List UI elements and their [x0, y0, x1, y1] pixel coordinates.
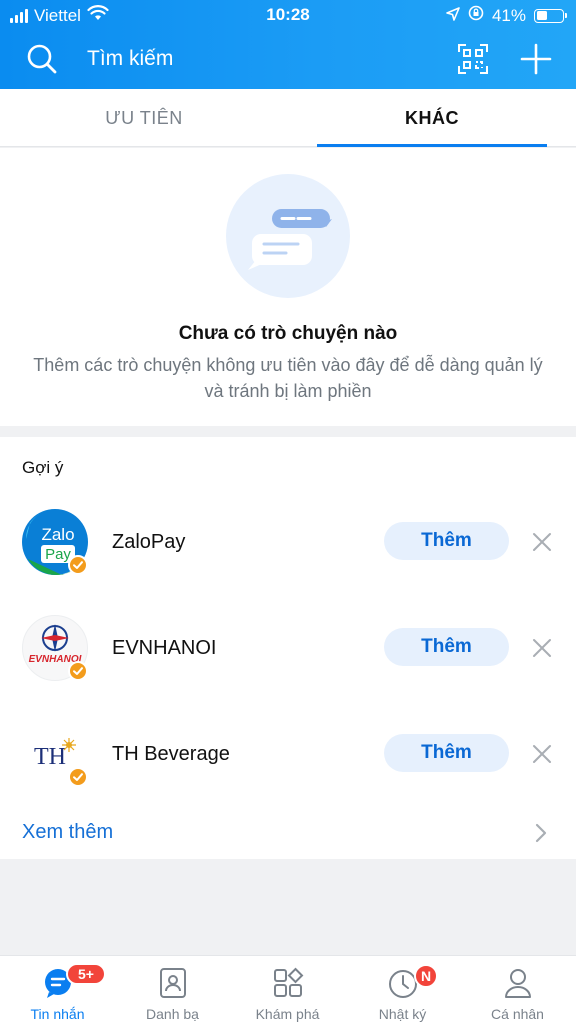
- close-icon[interactable]: [531, 531, 553, 558]
- search-input[interactable]: Tìm kiếm: [87, 47, 173, 71]
- unread-badge: 5+: [66, 963, 106, 985]
- zalopay-logo: Zalo Pay: [22, 509, 88, 575]
- suggestions-section: Gợi ý Zalo Pay ZaloPay Thêm EVNHANOI EVN…: [0, 437, 576, 859]
- nav-ca-nhan[interactable]: Cá nhân: [460, 956, 575, 1024]
- verified-badge-icon: [68, 555, 88, 575]
- verified-badge-icon: [68, 661, 88, 681]
- empty-state-title: Chưa có trò chuyện nào: [178, 323, 398, 344]
- qr-scan-icon[interactable]: [458, 44, 488, 79]
- add-button[interactable]: Thêm: [384, 734, 509, 772]
- suggestion-name: TH Beverage: [112, 743, 230, 765]
- empty-state-description: Thêm các trò chuyện không ưu tiên vào đâ…: [33, 355, 543, 401]
- suggestion-name: EVNHANOI: [112, 637, 217, 659]
- zalopay-logo-text-bottom: Pay: [45, 546, 71, 563]
- person-icon[interactable]: [502, 967, 534, 1004]
- chat-bubbles-icon: [226, 174, 350, 298]
- active-tab-indicator: [317, 144, 547, 147]
- battery-icon: [534, 8, 567, 23]
- battery-percent: 41%: [491, 5, 526, 25]
- add-button[interactable]: Thêm: [384, 522, 509, 560]
- search-icon[interactable]: [26, 43, 58, 80]
- empty-state: Chưa có trò chuyện nào Thêm các trò chuy…: [0, 148, 576, 426]
- bottom-navigation: 5+ Tin nhắn Danh bạ Khám phá N Nhật ký C…: [0, 955, 576, 1024]
- nav-label: Nhật ký: [378, 1006, 427, 1022]
- suggestion-name: ZaloPay: [112, 531, 186, 553]
- nav-danh-ba[interactable]: Danh bạ: [115, 956, 230, 1024]
- location-arrow-icon: [446, 6, 460, 26]
- suggestion-item[interactable]: EVNHANOI EVNHANOI Thêm: [0, 580, 576, 686]
- nav-label: Danh bạ: [146, 1006, 199, 1022]
- tab-khac[interactable]: KHÁC: [317, 89, 547, 147]
- zalopay-logo-text-top: Zalo: [41, 525, 74, 544]
- app-header: Viettel 10:28 41% Tìm kiếm: [0, 0, 576, 89]
- chevron-right-icon[interactable]: [535, 823, 547, 848]
- verified-badge-icon: [68, 767, 88, 787]
- tab-uu-tien[interactable]: ƯU TIÊN: [29, 89, 259, 147]
- close-icon[interactable]: [531, 637, 553, 664]
- search-bar[interactable]: Tìm kiếm: [0, 30, 576, 89]
- plus-icon[interactable]: [520, 43, 552, 80]
- suggestion-item[interactable]: Zalo Pay ZaloPay Thêm: [0, 474, 576, 580]
- th-beverage-logo: TH: [22, 721, 88, 787]
- nav-label: Cá nhân: [491, 1006, 544, 1022]
- suggestion-item[interactable]: TH TH Beverage Thêm: [0, 686, 576, 792]
- conversation-tabs: ƯU TIÊN KHÁC: [0, 89, 576, 147]
- rotation-lock-icon: [468, 5, 484, 26]
- nav-label: Tin nhắn: [30, 1006, 85, 1022]
- see-more-row[interactable]: Xem thêm: [0, 807, 576, 859]
- add-button[interactable]: Thêm: [384, 628, 509, 666]
- nav-nhat-ky[interactable]: N Nhật ký: [345, 956, 460, 1024]
- see-more-link[interactable]: Xem thêm: [22, 821, 113, 844]
- contacts-icon[interactable]: [158, 967, 188, 1004]
- status-bar: Viettel 10:28 41%: [0, 0, 576, 30]
- th-logo-text: TH: [34, 744, 66, 770]
- grid-icon[interactable]: [272, 967, 304, 1004]
- evnhanoi-logo: EVNHANOI: [22, 615, 88, 681]
- nav-tin-nhan[interactable]: 5+ Tin nhắn: [0, 956, 115, 1024]
- new-badge: N: [414, 964, 438, 988]
- close-icon[interactable]: [531, 743, 553, 770]
- nav-kham-pha[interactable]: Khám phá: [230, 956, 345, 1024]
- nav-label: Khám phá: [255, 1006, 320, 1022]
